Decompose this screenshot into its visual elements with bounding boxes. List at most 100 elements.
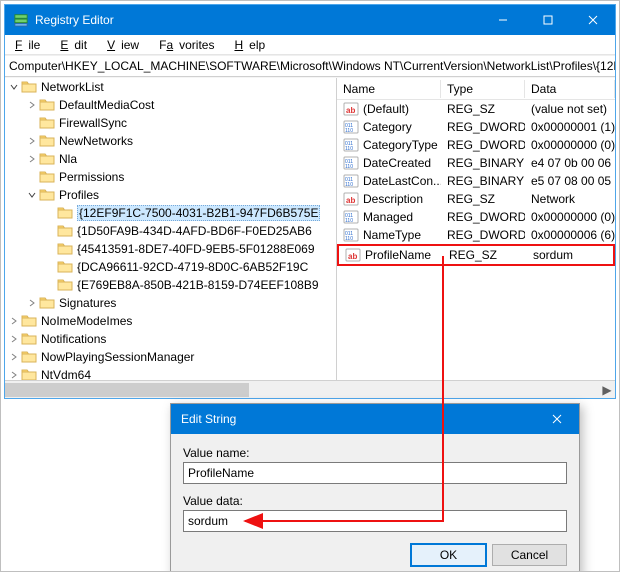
tree-node[interactable]: {1D50FA9B-434D-4AFD-BD6F-F0ED25AB6 bbox=[43, 222, 336, 240]
tree-node[interactable]: Permissions bbox=[25, 168, 336, 186]
tree-node[interactable]: DefaultMediaCost bbox=[25, 96, 336, 114]
tree-label: NowPlayingSessionManager bbox=[41, 350, 194, 364]
chevron-right-icon[interactable] bbox=[7, 334, 21, 344]
tree-label: {45413591-8DE7-40FD-9EB5-5F01288E069 bbox=[77, 242, 315, 256]
tree-pane[interactable]: NetworkList DefaultMediaCost FirewallSync N… bbox=[5, 78, 337, 380]
col-name[interactable]: Name bbox=[337, 80, 441, 98]
value-name-input[interactable] bbox=[183, 462, 567, 484]
chevron-right-icon[interactable] bbox=[25, 154, 39, 164]
chevron-right-icon[interactable] bbox=[25, 100, 39, 110]
folder-icon bbox=[39, 169, 59, 186]
folder-icon bbox=[21, 331, 41, 348]
registry-value-row[interactable]: 011110DateLastCon...REG_BINARYe5 07 08 0… bbox=[337, 172, 615, 190]
registry-value-row[interactable]: 011110NameTypeREG_DWORD0x00000006 (6) bbox=[337, 226, 615, 244]
menu-edit[interactable]: Edit bbox=[54, 37, 99, 53]
tree-node[interactable]: {DCA96611-92CD-4719-8D0C-6AB52F19C bbox=[43, 258, 336, 276]
tree-node[interactable]: NoImeModeImes bbox=[7, 312, 336, 330]
tree-node[interactable]: {45413591-8DE7-40FD-9EB5-5F01288E069 bbox=[43, 240, 336, 258]
tree-label: NetworkList bbox=[41, 80, 104, 94]
ok-button[interactable]: OK bbox=[411, 544, 486, 566]
folder-icon bbox=[57, 205, 77, 222]
value-data: 0x00000001 (1) bbox=[525, 120, 615, 134]
svg-text:ab: ab bbox=[346, 106, 355, 115]
menubar: File Edit View Favorites Help bbox=[5, 35, 615, 55]
value-type: REG_SZ bbox=[441, 102, 525, 116]
folder-icon bbox=[57, 259, 77, 276]
value-type: REG_DWORD bbox=[441, 210, 525, 224]
value-data: 0x00000006 (6) bbox=[525, 228, 615, 242]
registry-value-row[interactable]: 011110CategoryTypeREG_DWORD0x00000000 (0… bbox=[337, 136, 615, 154]
chevron-right-icon[interactable] bbox=[7, 316, 21, 326]
titlebar[interactable]: Registry Editor bbox=[5, 5, 615, 35]
tree-node[interactable]: NtVdm64 bbox=[7, 366, 336, 380]
folder-icon bbox=[39, 187, 59, 204]
chevron-right-icon[interactable] bbox=[7, 352, 21, 362]
folder-icon bbox=[21, 349, 41, 366]
col-type[interactable]: Type bbox=[441, 80, 525, 98]
chevron-down-icon[interactable] bbox=[7, 82, 21, 92]
tree-node[interactable]: FirewallSync bbox=[25, 114, 336, 132]
folder-icon bbox=[57, 241, 77, 258]
svg-text:110: 110 bbox=[345, 164, 353, 170]
chevron-right-icon[interactable] bbox=[7, 370, 21, 380]
dialog-titlebar[interactable]: Edit String bbox=[171, 404, 579, 434]
address-bar[interactable]: Computer\HKEY_LOCAL_MACHINE\SOFTWARE\Mic… bbox=[5, 55, 615, 77]
svg-text:ab: ab bbox=[346, 196, 355, 205]
registry-value-row[interactable]: 011110ManagedREG_DWORD0x00000000 (0) bbox=[337, 208, 615, 226]
string-value-icon: ab bbox=[343, 191, 359, 207]
app-icon bbox=[13, 12, 29, 28]
close-button[interactable] bbox=[570, 5, 615, 35]
scroll-thumb[interactable] bbox=[5, 383, 249, 397]
tree-node[interactable]: {E769EB8A-850B-421B-8159-D74EEF108B9 bbox=[43, 276, 336, 294]
chevron-right-icon[interactable] bbox=[25, 136, 39, 146]
registry-value-row[interactable]: abProfileNameREG_SZsordum bbox=[337, 244, 615, 266]
value-data: Network bbox=[525, 192, 615, 206]
registry-value-row[interactable]: 011110DateCreatedREG_BINARYe4 07 0b 00 0… bbox=[337, 154, 615, 172]
menu-favorites[interactable]: Favorites bbox=[153, 37, 226, 53]
tree-node[interactable]: Nla bbox=[25, 150, 336, 168]
registry-value-row[interactable]: abDescriptionREG_SZNetwork bbox=[337, 190, 615, 208]
value-data-input[interactable] bbox=[183, 510, 567, 532]
svg-text:110: 110 bbox=[345, 182, 353, 188]
menu-help[interactable]: Help bbox=[228, 37, 277, 53]
tree-label: FirewallSync bbox=[59, 116, 127, 130]
chevron-right-icon[interactable] bbox=[25, 298, 39, 308]
binary-value-icon: 011110 bbox=[343, 137, 359, 153]
tree-node[interactable]: NowPlayingSessionManager bbox=[7, 348, 336, 366]
tree-label: {E769EB8A-850B-421B-8159-D74EEF108B9 bbox=[77, 278, 319, 292]
menu-file[interactable]: File bbox=[9, 37, 52, 53]
tree-node[interactable]: {12EF9F1C-7500-4031-B2B1-947FD6B575E bbox=[43, 204, 336, 222]
maximize-button[interactable] bbox=[525, 5, 570, 35]
tree-node[interactable]: Notifications bbox=[7, 330, 336, 348]
value-data-label: Value data: bbox=[183, 494, 567, 508]
folder-icon bbox=[21, 79, 41, 96]
value-name: ProfileName bbox=[365, 248, 431, 262]
folder-icon bbox=[39, 151, 59, 168]
minimize-button[interactable] bbox=[480, 5, 525, 35]
value-name: DateCreated bbox=[363, 156, 431, 170]
menu-view[interactable]: View bbox=[101, 37, 151, 53]
chevron-down-icon[interactable] bbox=[25, 190, 39, 200]
cancel-button[interactable]: Cancel bbox=[492, 544, 567, 566]
registry-value-row[interactable]: 011110CategoryREG_DWORD0x00000001 (1) bbox=[337, 118, 615, 136]
folder-icon bbox=[39, 97, 59, 114]
svg-text:110: 110 bbox=[345, 146, 353, 152]
tree-label: Profiles bbox=[59, 188, 99, 202]
tree-label: NewNetworks bbox=[59, 134, 133, 148]
dialog-title: Edit String bbox=[181, 412, 236, 426]
value-name: CategoryType bbox=[363, 138, 438, 152]
registry-value-row[interactable]: ab(Default)REG_SZ(value not set) bbox=[337, 100, 615, 118]
value-type: REG_DWORD bbox=[441, 120, 525, 134]
dialog-close-button[interactable] bbox=[534, 404, 579, 434]
scroll-right-icon[interactable]: ▶ bbox=[599, 381, 615, 399]
tree-node[interactable]: Signatures bbox=[25, 294, 336, 312]
list-pane[interactable]: Name Type Data ab(Default)REG_SZ(value n… bbox=[337, 78, 615, 380]
tree-node[interactable]: Profiles bbox=[25, 186, 336, 204]
svg-text:ab: ab bbox=[348, 252, 357, 261]
tree-label: {1D50FA9B-434D-4AFD-BD6F-F0ED25AB6 bbox=[77, 224, 312, 238]
h-scrollbar[interactable]: ◀ ▶ bbox=[5, 380, 615, 398]
tree-node[interactable]: NetworkList bbox=[7, 78, 336, 96]
tree-node[interactable]: NewNetworks bbox=[25, 132, 336, 150]
col-data[interactable]: Data bbox=[525, 80, 615, 98]
binary-value-icon: 011110 bbox=[343, 209, 359, 225]
